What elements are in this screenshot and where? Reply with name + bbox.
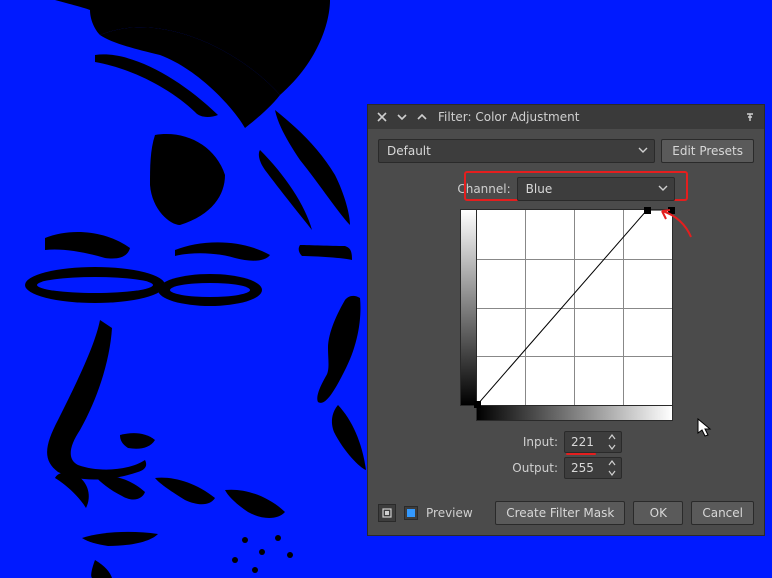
preview-label[interactable]: Preview	[426, 506, 473, 520]
preview-checkbox[interactable]	[404, 506, 418, 520]
curve-horizontal-gradient	[476, 405, 673, 421]
output-step-down[interactable]	[605, 468, 619, 478]
input-spinbox[interactable]: 221	[564, 431, 622, 453]
dialog-title: Filter: Color Adjustment	[434, 110, 742, 124]
output-spinbox[interactable]: 255	[564, 457, 622, 479]
edit-presets-button[interactable]: Edit Presets	[661, 139, 754, 163]
input-value: 221	[571, 435, 594, 449]
curve-handle-end[interactable]	[668, 207, 675, 214]
output-label: Output:	[510, 461, 558, 475]
channel-value: Blue	[526, 182, 553, 196]
curve-handle-start[interactable]	[474, 401, 481, 408]
channel-select[interactable]: Blue	[517, 177, 675, 201]
create-filter-mask-button[interactable]: Create Filter Mask	[495, 501, 625, 525]
output-value: 255	[571, 461, 594, 475]
preset-select[interactable]: Default	[378, 139, 655, 163]
check-mark	[407, 509, 415, 517]
dialog-titlebar[interactable]: Filter: Color Adjustment	[368, 105, 764, 129]
pin-icon[interactable]	[742, 109, 758, 125]
chevron-down-icon	[658, 182, 668, 196]
annotation-underline	[566, 453, 596, 455]
lock-aspect-icon[interactable]	[378, 504, 396, 522]
collapse-down-icon[interactable]	[394, 109, 410, 125]
input-step-down[interactable]	[605, 442, 619, 452]
ok-button[interactable]: OK	[633, 501, 683, 525]
input-label: Input:	[510, 435, 558, 449]
color-adjustment-dialog: Filter: Color Adjustment Default Edit Pr…	[367, 104, 765, 536]
cancel-button[interactable]: Cancel	[691, 501, 754, 525]
curve-line	[477, 210, 672, 405]
chevron-down-icon	[638, 144, 648, 158]
curve-editor[interactable]	[476, 209, 673, 406]
curve-handle-mid[interactable]	[644, 207, 651, 214]
input-step-up[interactable]	[605, 432, 619, 442]
collapse-up-icon[interactable]	[414, 109, 430, 125]
close-icon[interactable]	[374, 109, 390, 125]
curve-vertical-gradient	[460, 209, 476, 406]
preset-value: Default	[387, 144, 431, 158]
output-step-up[interactable]	[605, 458, 619, 468]
channel-label: Channel:	[457, 182, 510, 196]
